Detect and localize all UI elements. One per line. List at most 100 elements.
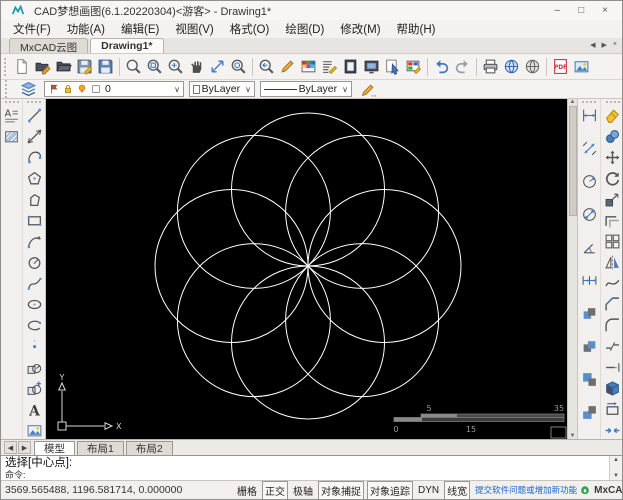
layout-tab-layout1[interactable]: 布局1 xyxy=(77,440,124,455)
menu-format[interactable]: 格式(O) xyxy=(222,20,278,38)
ellipse-icon[interactable] xyxy=(24,294,44,314)
text-edit-icon[interactable] xyxy=(320,56,340,78)
ellipse-arc-icon[interactable] xyxy=(24,315,44,335)
chevron-down-icon[interactable]: ∨ xyxy=(242,85,251,94)
window-maximize-button[interactable]: □ xyxy=(578,5,584,16)
edit-polyline-icon[interactable] xyxy=(603,399,623,419)
array-icon[interactable] xyxy=(603,231,623,251)
menu-file[interactable]: 文件(F) xyxy=(5,20,59,38)
dim-radius-icon[interactable] xyxy=(579,171,599,191)
toolbar-drag-handle[interactable] xyxy=(605,101,620,103)
drawing-circle[interactable] xyxy=(154,189,309,343)
print-icon[interactable] xyxy=(481,56,501,78)
menu-edit[interactable]: 编辑(E) xyxy=(113,20,167,38)
mtext-icon[interactable]: A xyxy=(2,105,22,125)
window-minimize-button[interactable]: – xyxy=(555,5,561,16)
undo-icon[interactable] xyxy=(432,56,452,78)
status-toggle-polar[interactable]: 极轴 xyxy=(291,482,315,499)
layout-scroll-left-icon[interactable]: ◀ xyxy=(4,441,17,454)
circle-icon[interactable] xyxy=(24,252,44,272)
zoom-all-icon[interactable] xyxy=(166,56,186,78)
block-group-1-icon[interactable] xyxy=(579,303,599,323)
status-toggle-grid[interactable]: 栅格 xyxy=(235,482,259,499)
zoom-object-icon[interactable] xyxy=(229,56,249,78)
insert-block-icon[interactable] xyxy=(24,357,44,377)
pan-icon[interactable] xyxy=(187,56,207,78)
lengthen-icon[interactable] xyxy=(603,357,623,377)
scroll-up-icon[interactable]: ▲ xyxy=(570,99,576,105)
fillet-icon[interactable] xyxy=(603,315,623,335)
create-block-icon[interactable] xyxy=(24,378,44,398)
drawing-circle[interactable] xyxy=(307,189,462,343)
palette-edit-icon[interactable] xyxy=(404,56,424,78)
scrollbar-thumb[interactable] xyxy=(568,106,577,216)
canvas-vertical-scrollbar[interactable]: ▲ ▼ xyxy=(567,99,577,439)
offset-icon[interactable] xyxy=(603,210,623,230)
export-pdf-icon[interactable]: PDF xyxy=(551,56,571,78)
dim-continue-icon[interactable] xyxy=(579,270,599,290)
layout-tab-model[interactable]: 模型 xyxy=(34,440,75,455)
web-share-icon[interactable] xyxy=(523,56,543,78)
move-icon[interactable] xyxy=(603,147,623,167)
drawing-canvas[interactable]: Y X 5 35 0 15 xyxy=(46,99,567,439)
insert-image-icon[interactable] xyxy=(572,56,592,78)
block-group-3-icon[interactable] xyxy=(579,369,599,389)
rotate-icon[interactable] xyxy=(603,168,623,188)
mirror-icon[interactable] xyxy=(603,252,623,272)
zoom-window-icon[interactable] xyxy=(145,56,165,78)
block-group-4-icon[interactable] xyxy=(579,402,599,422)
tab-scroll-right-icon[interactable]: ▶ xyxy=(602,41,607,49)
page-setup-icon[interactable] xyxy=(341,56,361,78)
rectangle-icon[interactable] xyxy=(24,210,44,230)
save-as-icon[interactable] xyxy=(96,56,116,78)
tab-close-icon[interactable]: × xyxy=(613,41,617,49)
linetype-combobox[interactable]: ByLayer ∨ xyxy=(260,81,352,97)
menu-help[interactable]: 帮助(H) xyxy=(389,20,444,38)
dim-diameter-icon[interactable] xyxy=(579,204,599,224)
publish-web-icon[interactable] xyxy=(502,56,522,78)
redo-icon[interactable] xyxy=(453,56,473,78)
explode-icon[interactable] xyxy=(603,378,623,398)
status-toggle-lineweight[interactable]: 线宽 xyxy=(444,481,471,499)
match-properties-icon[interactable] xyxy=(357,80,379,98)
layer-combobox[interactable]: 0 ∨ xyxy=(44,81,184,97)
point-icon[interactable] xyxy=(24,336,44,356)
line-icon[interactable] xyxy=(24,105,44,125)
command-line-panel[interactable]: 选择[中心点]: 命令: ▲ ▼ xyxy=(1,455,622,480)
edit-spline-icon[interactable] xyxy=(603,273,623,293)
status-toggle-otrack[interactable]: 对象追踪 xyxy=(367,481,413,499)
spline-icon[interactable] xyxy=(24,273,44,293)
scale-icon[interactable] xyxy=(603,189,623,209)
drawing-circle[interactable] xyxy=(231,112,385,267)
dim-linear-icon[interactable] xyxy=(579,105,599,125)
save-icon[interactable] xyxy=(75,56,95,78)
scroll-up-icon[interactable]: ▲ xyxy=(613,457,619,463)
open-edit-icon[interactable] xyxy=(33,56,53,78)
polyline-icon[interactable] xyxy=(24,147,44,167)
new-file-icon[interactable] xyxy=(12,56,32,78)
menu-modify[interactable]: 修改(M) xyxy=(332,20,388,38)
doc-tab-mxcad-cloud[interactable]: MxCAD云图 xyxy=(9,38,89,54)
properties-drag-handle[interactable] xyxy=(5,80,10,98)
window-close-button[interactable]: × xyxy=(602,5,608,16)
construction-line-icon[interactable] xyxy=(24,126,44,146)
block-group-2-icon[interactable] xyxy=(579,336,599,356)
display-order-icon[interactable] xyxy=(362,56,382,78)
chevron-down-icon[interactable]: ∨ xyxy=(339,85,348,94)
toolbar-drag-handle[interactable] xyxy=(27,101,41,103)
status-toggle-ortho[interactable]: 正交 xyxy=(262,481,288,499)
command-scrollbar[interactable]: ▲ ▼ xyxy=(609,456,622,480)
arc-icon[interactable] xyxy=(24,231,44,251)
layout-tab-layout2[interactable]: 布局2 xyxy=(125,440,173,455)
menu-view[interactable]: 视图(V) xyxy=(167,20,221,38)
command-prompt[interactable]: 命令: xyxy=(5,470,606,480)
erase-icon[interactable] xyxy=(603,105,623,125)
status-toggle-osnap[interactable]: 对象捕捉 xyxy=(318,481,364,499)
zoom-previous-icon[interactable] xyxy=(257,56,277,78)
raster-image-icon[interactable] xyxy=(24,420,44,440)
feedback-link[interactable]: 提交软件问题或增加新功能 xyxy=(475,484,577,496)
toolbar-drag-handle[interactable] xyxy=(4,101,19,103)
copy-icon[interactable] xyxy=(603,126,623,146)
break-icon[interactable] xyxy=(603,336,623,356)
dim-aligned-icon[interactable] xyxy=(579,138,599,158)
